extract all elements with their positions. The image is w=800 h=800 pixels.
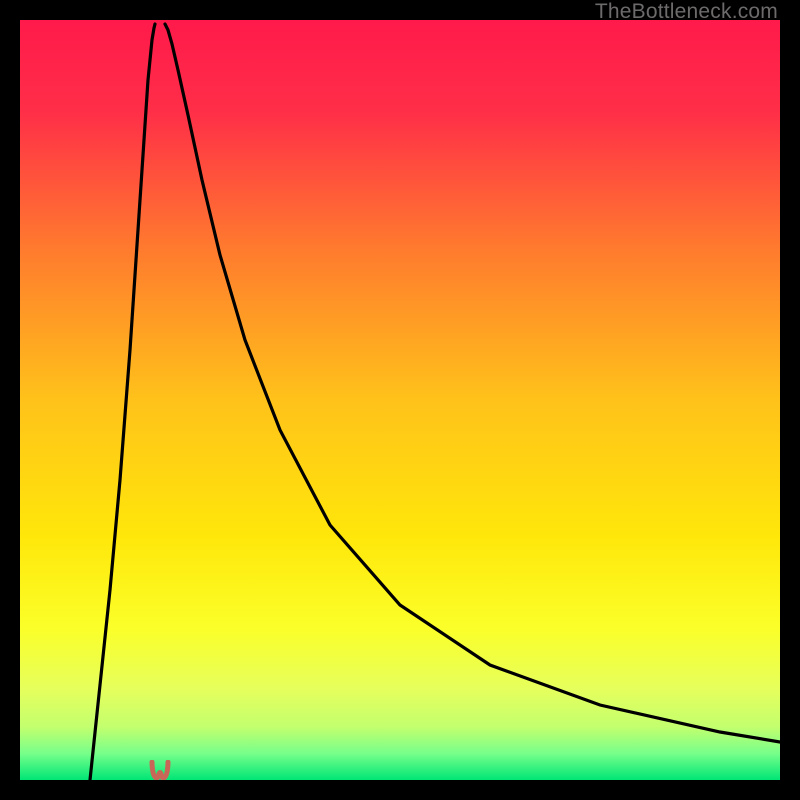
chart-frame: TheBottleneck.com xyxy=(0,0,800,800)
curve-left-branch xyxy=(90,24,155,780)
curve-right-branch xyxy=(165,24,780,742)
bottleneck-curve xyxy=(20,20,780,780)
plot-area xyxy=(20,20,780,780)
cusp-marker xyxy=(148,760,172,780)
